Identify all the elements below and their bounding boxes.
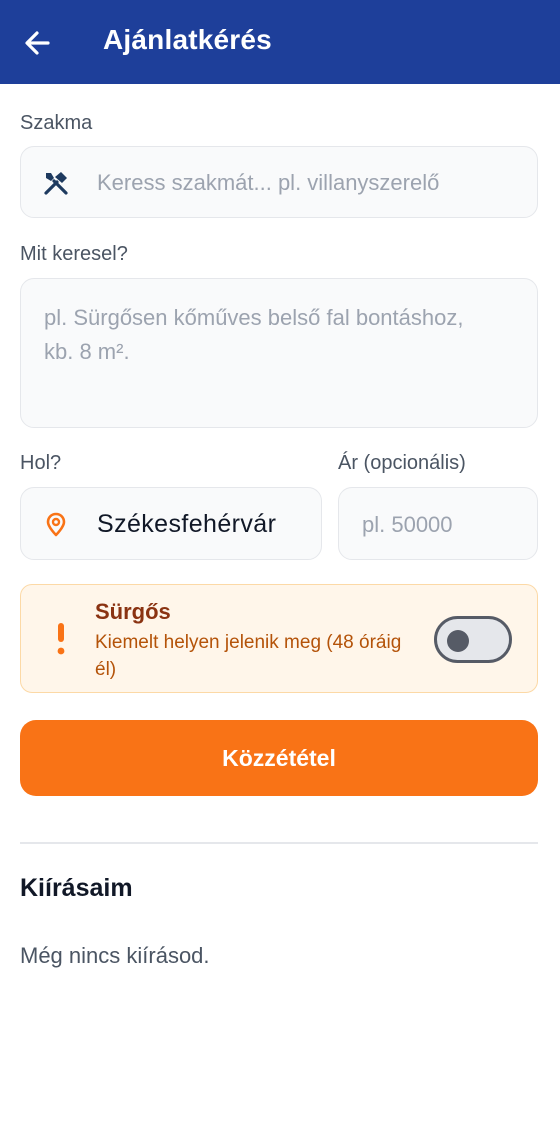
price-input[interactable]: pl. 50000 [338, 487, 538, 560]
trade-placeholder: Keress szakmát... pl. villanyszerelő [97, 170, 440, 195]
arrow-left-icon [25, 31, 50, 55]
need-textarea[interactable]: pl. Sürgősen kőműves belső fal bontáshoz… [20, 278, 538, 428]
location-pin-icon [46, 512, 66, 537]
urgent-title: Sürgős [95, 599, 171, 624]
location-value: Székesfehérvár [97, 510, 277, 538]
page-title: Ajánlatkérés [103, 24, 272, 55]
divider [20, 842, 538, 844]
urgent-toggle[interactable] [434, 616, 512, 663]
location-input[interactable]: Székesfehérvár [20, 487, 322, 560]
publish-button[interactable]: Közzététel [20, 720, 538, 796]
trade-search-input[interactable]: Keress szakmát... pl. villanyszerelő [20, 146, 538, 218]
price-label: Ár (opcionális) [338, 452, 466, 474]
app-bar: Ajánlatkérés [0, 0, 560, 84]
tools-icon [44, 172, 68, 195]
my-posts-title: Kiírásaim [20, 874, 133, 902]
my-posts-empty-text: Még nincs kiírásod. [20, 943, 210, 968]
toggle-knob [447, 630, 469, 652]
back-button[interactable] [14, 22, 60, 64]
price-placeholder: pl. 50000 [362, 512, 453, 537]
need-placeholder: pl. Sürgősen kőműves belső fal bontáshoz… [44, 305, 464, 364]
location-label: Hol? [20, 452, 62, 474]
urgent-description: Kiemelt helyen jelenik meg (48 óráig él) [95, 632, 402, 680]
exclamation-icon [57, 623, 65, 655]
need-label: Mit keresel? [20, 243, 128, 265]
urgent-card: Sürgős Kiemelt helyen jelenik meg (48 ór… [20, 584, 538, 693]
trade-label: Szakma [20, 112, 93, 134]
